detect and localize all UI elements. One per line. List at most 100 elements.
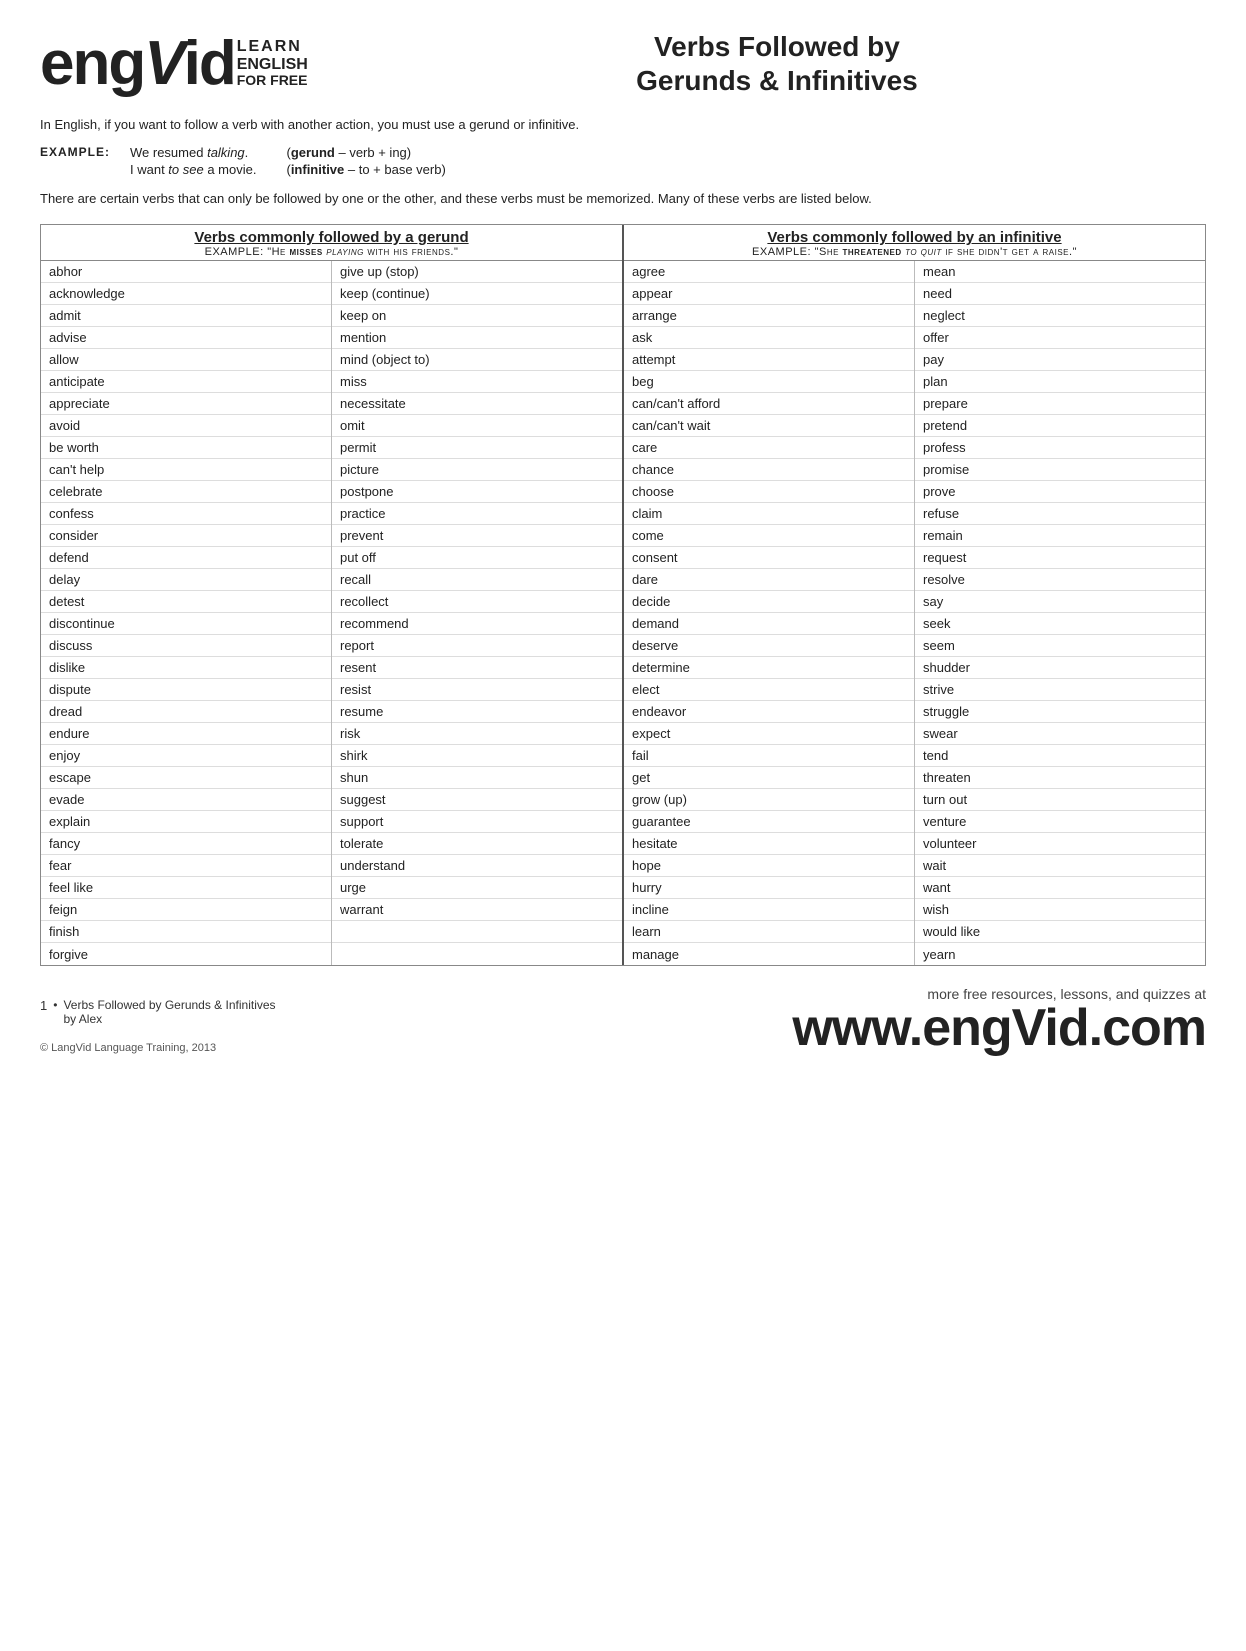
list-item: permit bbox=[332, 437, 622, 459]
infinitive-body: agreeappeararrangeaskattemptbegcan/can't… bbox=[624, 261, 1205, 965]
inf-ex-end: if she didn't get a raise." bbox=[942, 246, 1077, 258]
list-item: promise bbox=[915, 459, 1205, 481]
list-item bbox=[332, 921, 622, 943]
gerund-def: (gerund – verb + ing) bbox=[286, 145, 445, 160]
list-item: venture bbox=[915, 811, 1205, 833]
gerund-bold: gerund bbox=[291, 145, 335, 160]
list-item: evade bbox=[41, 789, 331, 811]
logo-id: id bbox=[184, 29, 235, 98]
list-item: prepare bbox=[915, 393, 1205, 415]
list-item: hope bbox=[624, 855, 914, 877]
intro-text: In English, if you want to follow a verb… bbox=[40, 115, 1206, 135]
list-item: understand bbox=[332, 855, 622, 877]
logo-forfree: FOR FREE bbox=[237, 73, 308, 88]
list-item: recall bbox=[332, 569, 622, 591]
list-item: hurry bbox=[624, 877, 914, 899]
list-item: demand bbox=[624, 613, 914, 635]
list-item: manage bbox=[624, 943, 914, 965]
example2-italic: to see bbox=[168, 162, 203, 177]
list-item: determine bbox=[624, 657, 914, 679]
list-item: struggle bbox=[915, 701, 1205, 723]
example-defs: (gerund – verb + ing) (infinitive – to +… bbox=[286, 145, 445, 177]
list-item: guarantee bbox=[624, 811, 914, 833]
infinitive-half: Verbs commonly followed by an infinitive… bbox=[624, 225, 1205, 965]
page-title: Verbs Followed by Gerunds & Infinitives bbox=[348, 30, 1206, 97]
list-item: pretend bbox=[915, 415, 1205, 437]
list-item: request bbox=[915, 547, 1205, 569]
list-item: prevent bbox=[332, 525, 622, 547]
list-item: consider bbox=[41, 525, 331, 547]
list-item: appear bbox=[624, 283, 914, 305]
gerund-example: EXAMPLE: "He misses playing with his fri… bbox=[47, 246, 616, 258]
lesson-title: Verbs Followed by Gerunds & Infinitives bbox=[63, 998, 275, 1012]
list-item: wait bbox=[915, 855, 1205, 877]
list-item: would like bbox=[915, 921, 1205, 943]
infinitive-bold: infinitive bbox=[291, 162, 344, 177]
list-item: anticipate bbox=[41, 371, 331, 393]
list-item: dispute bbox=[41, 679, 331, 701]
inf-ex-label: EXAMPLE: bbox=[752, 246, 815, 258]
list-item: refuse bbox=[915, 503, 1205, 525]
gerund-title: Verbs commonly followed by a gerund bbox=[47, 229, 616, 246]
list-item: dread bbox=[41, 701, 331, 723]
list-item: say bbox=[915, 591, 1205, 613]
list-item: prove bbox=[915, 481, 1205, 503]
list-item: keep on bbox=[332, 305, 622, 327]
example-sentences: We resumed talking. I want to see a movi… bbox=[130, 145, 256, 177]
example-block: EXAMPLE: We resumed talking. I want to s… bbox=[40, 145, 1206, 177]
list-item: incline bbox=[624, 899, 914, 921]
footer-right: more free resources, lessons, and quizze… bbox=[792, 986, 1206, 1054]
infinitive-title: Verbs commonly followed by an infinitive bbox=[630, 229, 1199, 246]
footer-left: 1 • Verbs Followed by Gerunds & Infiniti… bbox=[40, 998, 276, 1054]
list-item: picture bbox=[332, 459, 622, 481]
footer-area: 1 • Verbs Followed by Gerunds & Infiniti… bbox=[40, 986, 1206, 1054]
list-item: forgive bbox=[41, 943, 331, 965]
list-item: support bbox=[332, 811, 622, 833]
list-item: feign bbox=[41, 899, 331, 921]
gerund-ex-label: EXAMPLE: bbox=[205, 246, 268, 258]
list-item: appreciate bbox=[41, 393, 331, 415]
list-item: resolve bbox=[915, 569, 1205, 591]
list-item: grow (up) bbox=[624, 789, 914, 811]
list-item: profess bbox=[915, 437, 1205, 459]
logo-text: engVid bbox=[40, 33, 235, 95]
list-item: abhor bbox=[41, 261, 331, 283]
list-item: consent bbox=[624, 547, 914, 569]
website-url: www.engVid.com bbox=[792, 1002, 1206, 1054]
list-item: mention bbox=[332, 327, 622, 349]
list-item: fancy bbox=[41, 833, 331, 855]
list-item: omit bbox=[332, 415, 622, 437]
list-item: wish bbox=[915, 899, 1205, 921]
list-item: need bbox=[915, 283, 1205, 305]
list-item: tend bbox=[915, 745, 1205, 767]
copyright: © LangVid Language Training, 2013 bbox=[40, 1042, 276, 1054]
inf-ex-bold: threatened bbox=[843, 246, 902, 258]
gerund-ex-bold: misses bbox=[289, 246, 322, 258]
list-item: confess bbox=[41, 503, 331, 525]
list-item: defend bbox=[41, 547, 331, 569]
list-item: feel like bbox=[41, 877, 331, 899]
logo-taglines: LEARN ENGLISH FOR FREE bbox=[237, 38, 308, 89]
gerund-ex-end: with his friends." bbox=[364, 246, 459, 258]
list-item: want bbox=[915, 877, 1205, 899]
list-item: acknowledge bbox=[41, 283, 331, 305]
list-item: claim bbox=[624, 503, 914, 525]
list-item: allow bbox=[41, 349, 331, 371]
list-item: threaten bbox=[915, 767, 1205, 789]
list-item: tolerate bbox=[332, 833, 622, 855]
list-item: postpone bbox=[332, 481, 622, 503]
inf-ex-italic: to quit bbox=[902, 246, 942, 258]
list-item: warrant bbox=[332, 899, 622, 921]
infinitive-def: (infinitive – to + base verb) bbox=[286, 162, 445, 177]
list-item: admit bbox=[41, 305, 331, 327]
list-item: strive bbox=[915, 679, 1205, 701]
list-item: seek bbox=[915, 613, 1205, 635]
bullet-dot: • bbox=[53, 998, 57, 1012]
list-item: mind (object to) bbox=[332, 349, 622, 371]
list-item: suggest bbox=[332, 789, 622, 811]
list-item: endure bbox=[41, 723, 331, 745]
list-item bbox=[332, 943, 622, 965]
list-item: report bbox=[332, 635, 622, 657]
list-item: shirk bbox=[332, 745, 622, 767]
gerund-ex-italic: playing bbox=[323, 246, 364, 258]
